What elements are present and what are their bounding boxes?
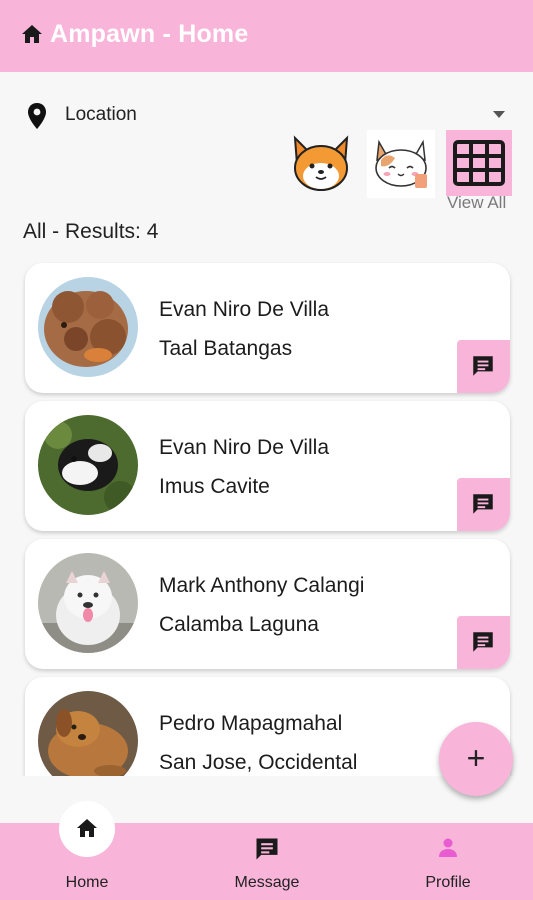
app-bar: Ampawn - Home [0, 0, 533, 72]
chat-icon [473, 632, 493, 652]
chat-icon [473, 494, 493, 514]
owner-name: Evan Niro De Villa [159, 298, 330, 321]
dog-category-icon[interactable] [287, 130, 355, 198]
nav-home[interactable]: Home [27, 801, 147, 900]
owner-location: Calamba Laguna [159, 613, 319, 636]
chat-icon [473, 356, 493, 376]
owner-name: Pedro Mapagmahal [159, 712, 343, 735]
plus-icon: + [466, 740, 486, 776]
person-icon [439, 838, 457, 857]
owner-location: San Jose, Occidental Mindoro [159, 751, 358, 774]
pet-avatar [38, 691, 138, 776]
nav-profile[interactable]: Profile [388, 823, 508, 900]
view-all-grid-button[interactable] [446, 130, 512, 196]
bottom-navigation: Home Message Profile [0, 801, 533, 900]
nav-home-active-indicator [59, 801, 115, 857]
view-all-label[interactable]: View All [447, 193, 506, 213]
chat-icon [256, 838, 278, 860]
nav-profile-label: Profile [425, 874, 471, 891]
owner-name: Evan Niro De Villa [159, 436, 330, 459]
listing-card[interactable]: Evan Niro De Villa Imus Cavite [25, 401, 510, 531]
page-title: Ampawn - Home [50, 20, 249, 48]
nav-home-label: Home [65, 874, 109, 891]
listing-list[interactable]: Evan Niro De Villa Taal Batangas Evan Ni… [0, 258, 533, 776]
home-icon [22, 25, 42, 43]
nav-message[interactable]: Message [207, 823, 327, 900]
cat-category-icon[interactable] [367, 130, 435, 198]
message-button[interactable] [457, 478, 510, 531]
pet-avatar [38, 415, 138, 515]
grid-icon [453, 140, 505, 186]
location-dropdown[interactable]: Location [24, 100, 505, 132]
nav-message-label: Message [234, 874, 300, 891]
listing-card[interactable]: Evan Niro De Villa Taal Batangas [25, 263, 510, 393]
pet-avatar [38, 553, 138, 653]
listing-card[interactable]: Mark Anthony Calangi Calamba Laguna [25, 539, 510, 669]
home-icon [77, 819, 97, 837]
add-listing-button[interactable]: + [439, 722, 513, 796]
message-button[interactable] [457, 616, 510, 669]
listing-card[interactable]: Pedro Mapagmahal San Jose, Occidental Mi… [25, 677, 510, 776]
message-button[interactable] [457, 340, 510, 393]
location-pin-icon [28, 103, 46, 129]
owner-location: Imus Cavite [159, 475, 270, 498]
location-label: Location [65, 104, 137, 125]
owner-name: Mark Anthony Calangi [159, 574, 365, 597]
chevron-down-icon [493, 111, 505, 118]
owner-location: Taal Batangas [159, 337, 293, 360]
results-count: All - Results: 4 [23, 220, 159, 243]
pet-avatar [38, 277, 138, 377]
